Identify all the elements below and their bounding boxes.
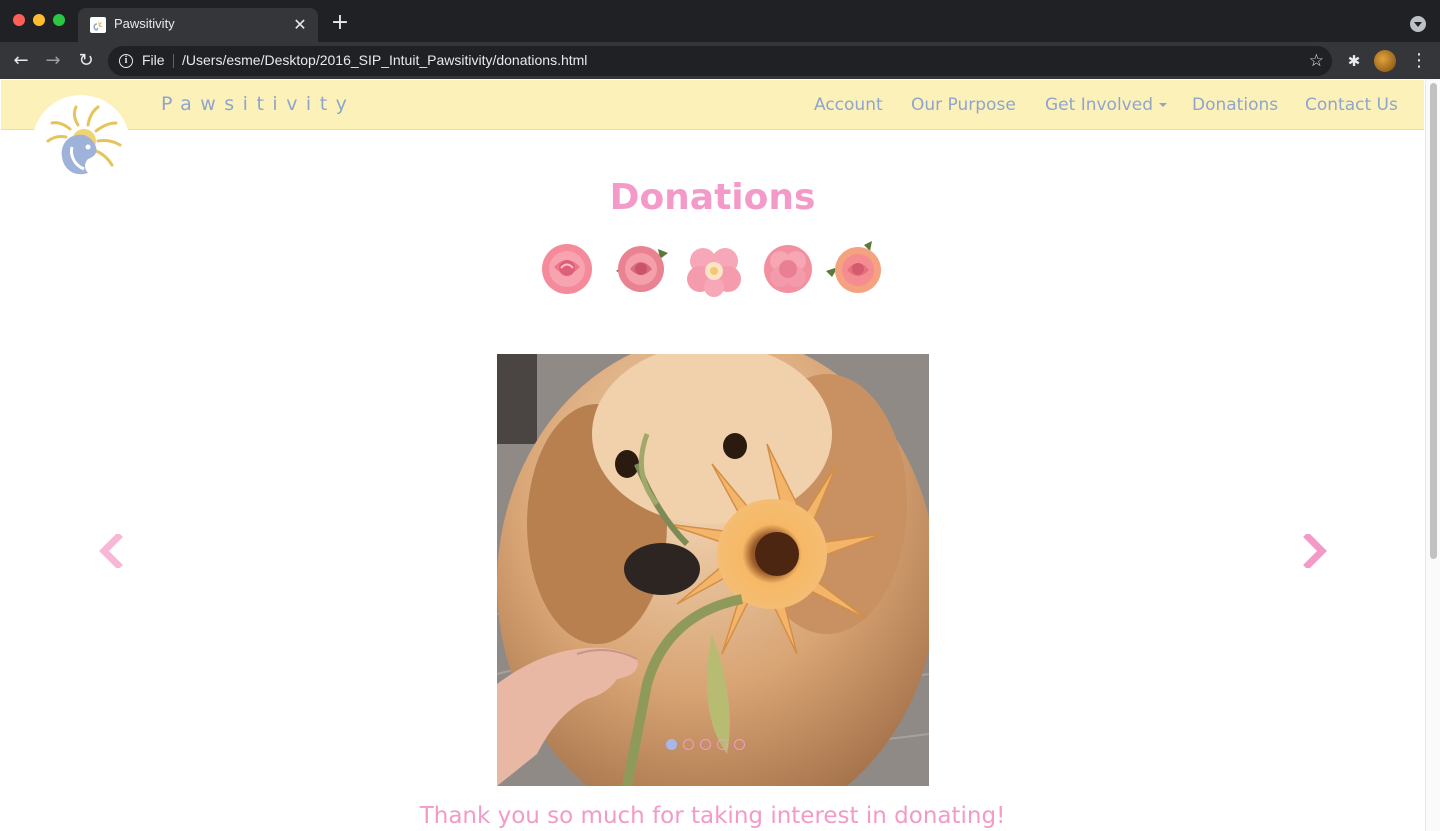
omnibox-divider xyxy=(173,54,174,68)
carousel-next-button[interactable] xyxy=(1300,534,1330,568)
carousel-indicator-2[interactable] xyxy=(683,739,694,750)
address-bar[interactable]: i File /Users/esme/Desktop/2016_SIP_Intu… xyxy=(108,46,1332,76)
thank-you-message: Thank you so much for taking interest in… xyxy=(419,803,1006,829)
info-icon[interactable]: i xyxy=(119,54,133,68)
hibiscus-icon xyxy=(686,241,742,297)
carousel-prev-button[interactable] xyxy=(96,534,126,568)
nav-contact-us[interactable]: Contact Us xyxy=(1305,95,1398,115)
brand-link[interactable]: Pawsitivity xyxy=(161,93,355,115)
favicon-icon xyxy=(90,17,106,33)
browser-toolbar: ← → ↻ i File /Users/esme/Desktop/2016_SI… xyxy=(0,42,1440,79)
site-navbar: Pawsitivity Account Our Purpose Get Invo… xyxy=(1,80,1424,130)
tab-title: Pawsitivity xyxy=(114,16,175,31)
scrollbar-thumb[interactable] xyxy=(1430,83,1437,559)
url-scheme-label: File xyxy=(142,52,165,68)
forward-arrow-icon[interactable]: → xyxy=(40,48,66,74)
carnation-icon xyxy=(760,241,816,297)
page-title: Donations xyxy=(609,177,816,218)
page-scrollbar[interactable] xyxy=(1425,79,1440,831)
nav-get-involved[interactable]: Get Involved xyxy=(1045,95,1167,115)
page-viewport: Pawsitivity Account Our Purpose Get Invo… xyxy=(0,79,1425,831)
nav-account[interactable]: Account xyxy=(814,95,883,115)
chevron-down-icon xyxy=(1159,103,1167,107)
nav-our-purpose[interactable]: Our Purpose xyxy=(911,95,1016,115)
chevron-right-icon xyxy=(1303,534,1327,568)
nav-get-involved-label: Get Involved xyxy=(1045,95,1153,115)
carousel-indicator-1[interactable] xyxy=(666,739,677,750)
back-arrow-icon[interactable]: ← xyxy=(8,48,34,74)
tab-search-icon[interactable] xyxy=(1410,16,1426,32)
maximize-window-button[interactable] xyxy=(53,14,65,26)
minimize-window-button[interactable] xyxy=(33,14,45,26)
rose-icon xyxy=(538,241,596,297)
rose-icon xyxy=(824,241,886,297)
url-text[interactable]: /Users/esme/Desktop/2016_SIP_Intuit_Paws… xyxy=(182,52,587,68)
kebab-menu-icon[interactable]: ⋮ xyxy=(1410,50,1428,72)
carousel-indicator-5[interactable] xyxy=(734,739,745,750)
carousel-indicator-3[interactable] xyxy=(700,739,711,750)
profile-avatar[interactable] xyxy=(1374,50,1396,72)
close-window-button[interactable] xyxy=(13,14,25,26)
star-icon[interactable]: ☆ xyxy=(1309,50,1324,72)
browser-tab-strip: Pawsitivity ✕ + xyxy=(0,0,1440,42)
nav-donations[interactable]: Donations xyxy=(1192,95,1278,115)
browser-tab[interactable]: Pawsitivity ✕ xyxy=(78,8,318,42)
new-tab-button[interactable]: + xyxy=(330,12,350,34)
reload-icon[interactable]: ↻ xyxy=(73,48,99,74)
chevron-left-icon xyxy=(99,534,123,568)
close-tab-icon[interactable]: ✕ xyxy=(290,15,310,35)
carousel-indicator-4[interactable] xyxy=(717,739,728,750)
puzzle-icon[interactable]: ✱ xyxy=(1344,51,1364,71)
rose-icon xyxy=(610,241,670,297)
carousel-slide-image[interactable] xyxy=(497,354,929,786)
